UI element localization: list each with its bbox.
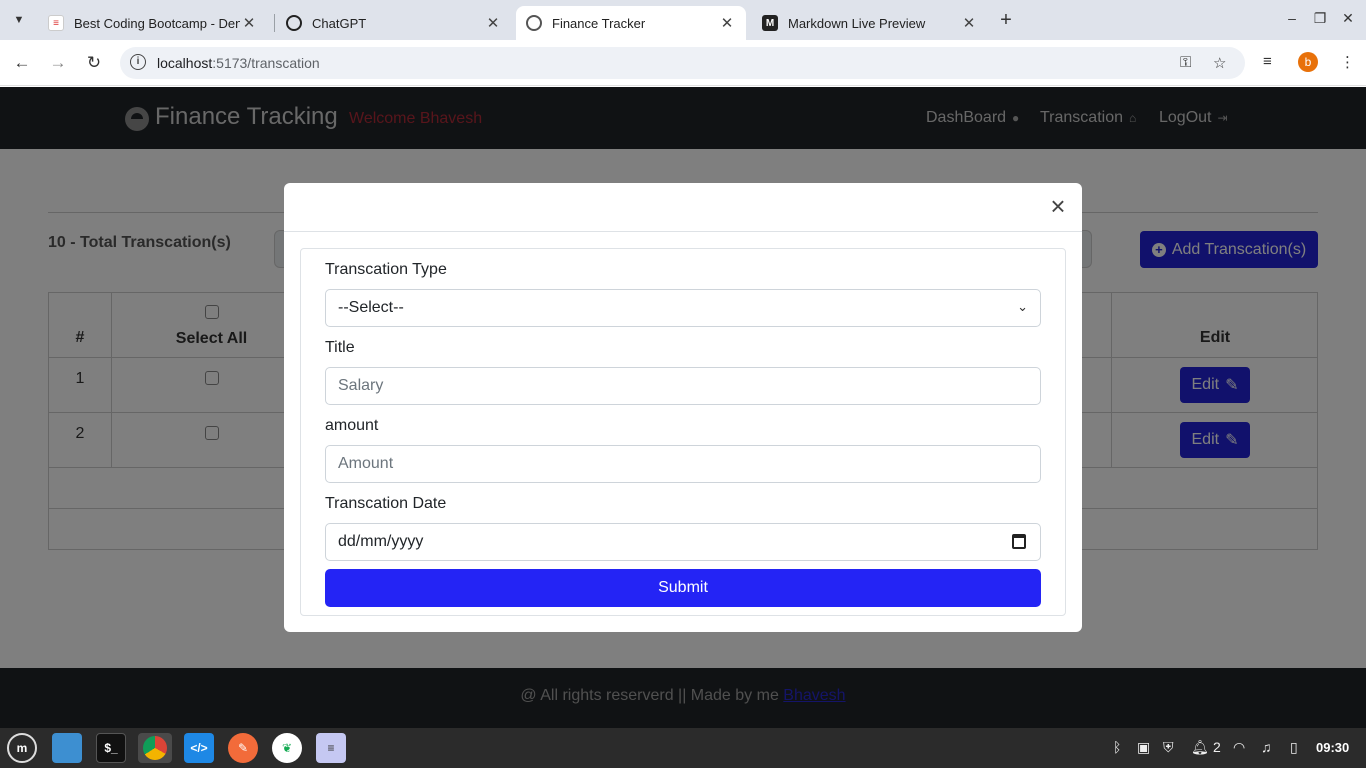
- vscode-icon[interactable]: </>: [184, 733, 214, 763]
- terminal-icon[interactable]: $_: [96, 733, 126, 763]
- transaction-type-value: --Select--: [338, 299, 404, 316]
- profile-avatar[interactable]: b: [1298, 52, 1318, 72]
- bluetooth-icon[interactable]: ᛒ: [1113, 739, 1121, 755]
- url-path: :5173/transcation: [212, 55, 320, 71]
- tab-title: ChatGPT: [312, 15, 367, 31]
- amount-input[interactable]: Amount: [325, 445, 1041, 483]
- transaction-form: Transcation Type --Select-- ⌄ Title Sala…: [300, 248, 1066, 616]
- sound-icon[interactable]: ♫: [1261, 739, 1272, 755]
- globe-icon: [526, 15, 542, 31]
- browser-toolbar: ← → ↻ i localhost:5173/transcation ⚿ ☆ ≡…: [0, 40, 1366, 86]
- browser-tab-markdown[interactable]: M Markdown Live Preview ✕: [752, 6, 988, 40]
- title-input[interactable]: Salary: [325, 367, 1041, 405]
- notification-bell-icon[interactable]: 🔔︎: [1191, 739, 1209, 756]
- submit-button[interactable]: Submit: [325, 569, 1041, 607]
- wifi-icon[interactable]: ◠: [1233, 739, 1245, 756]
- url-text: localhost:5173/transcation: [157, 55, 320, 71]
- bookmark-star-icon[interactable]: ☆: [1213, 54, 1226, 72]
- calendar-icon[interactable]: [1012, 534, 1026, 549]
- minimize-icon[interactable]: –: [1282, 10, 1302, 26]
- close-window-icon[interactable]: ✕: [1338, 10, 1358, 27]
- browser-tab-bootcamp[interactable]: ≡ Best Coding Bootcamp - Den ✕: [38, 6, 268, 40]
- chevron-down-icon: ⌄: [1017, 299, 1028, 314]
- tab-title: Best Coding Bootcamp - Den: [74, 15, 240, 31]
- browser-tab-finance-tracker[interactable]: Finance Tracker ✕: [516, 6, 746, 40]
- close-icon[interactable]: ×: [1046, 193, 1070, 219]
- mongodb-compass-icon[interactable]: ❦: [272, 733, 302, 763]
- bootcamp-icon: ≡: [48, 15, 64, 31]
- tab-title: Finance Tracker: [552, 15, 646, 31]
- add-transaction-modal: × Transcation Type --Select-- ⌄ Title Sa…: [284, 183, 1082, 632]
- chatgpt-icon: [286, 15, 302, 31]
- amount-placeholder: Amount: [338, 455, 394, 472]
- tab-title: Markdown Live Preview: [788, 15, 926, 31]
- transaction-type-label: Transcation Type: [325, 261, 447, 278]
- close-tab-icon[interactable]: ✕: [718, 14, 736, 32]
- tab-separator: [274, 14, 275, 32]
- kebab-menu-icon[interactable]: ⋮: [1340, 53, 1355, 71]
- browser-tab-strip: ▼ ≡ Best Coding Bootcamp - Den ✕ ChatGPT…: [0, 0, 1366, 40]
- battery-icon[interactable]: ▯: [1290, 739, 1298, 756]
- url-host: localhost: [157, 55, 213, 71]
- postman-icon[interactable]: ✎: [228, 733, 258, 763]
- m-icon: M: [762, 15, 778, 31]
- new-tab-plus-icon[interactable]: +: [994, 8, 1018, 32]
- browser-tab-chatgpt[interactable]: ChatGPT ✕: [276, 6, 512, 40]
- title-placeholder: Salary: [338, 377, 384, 394]
- text-editor-icon[interactable]: ≡: [316, 733, 346, 763]
- address-bar[interactable]: i localhost:5173/transcation ⚿ ☆: [120, 47, 1245, 79]
- transaction-date-label: Transcation Date: [325, 495, 447, 512]
- clock[interactable]: 09:30: [1316, 740, 1349, 755]
- back-arrow-icon[interactable]: ←: [10, 51, 34, 75]
- title-label: Title: [325, 339, 355, 356]
- amount-label: amount: [325, 417, 379, 434]
- reload-icon[interactable]: ↻: [82, 51, 106, 75]
- notification-count: 2: [1213, 739, 1221, 755]
- modal-header: ×: [284, 183, 1082, 232]
- close-tab-icon[interactable]: ✕: [960, 14, 978, 32]
- forward-arrow-icon[interactable]: →: [46, 51, 70, 75]
- chrome-icon[interactable]: [138, 733, 172, 763]
- date-placeholder: dd/mm/yyyy: [338, 533, 424, 550]
- clipboard-icon[interactable]: ▣: [1137, 739, 1150, 756]
- transaction-type-select[interactable]: --Select-- ⌄: [325, 289, 1041, 327]
- key-icon[interactable]: ⚿: [1180, 54, 1191, 71]
- close-tab-icon[interactable]: ✕: [484, 14, 502, 32]
- files-folder-icon[interactable]: [52, 733, 82, 763]
- shield-icon[interactable]: ⛨: [1163, 739, 1174, 756]
- transaction-date-input[interactable]: dd/mm/yyyy: [325, 523, 1041, 561]
- mint-menu-icon[interactable]: m: [7, 733, 37, 763]
- close-tab-icon[interactable]: ✕: [240, 14, 258, 32]
- restore-icon[interactable]: ❐: [1310, 10, 1330, 27]
- site-info-icon[interactable]: i: [130, 54, 146, 70]
- media-queue-icon[interactable]: ≡: [1263, 53, 1272, 70]
- tab-search-chevron-icon[interactable]: ▼: [6, 8, 32, 32]
